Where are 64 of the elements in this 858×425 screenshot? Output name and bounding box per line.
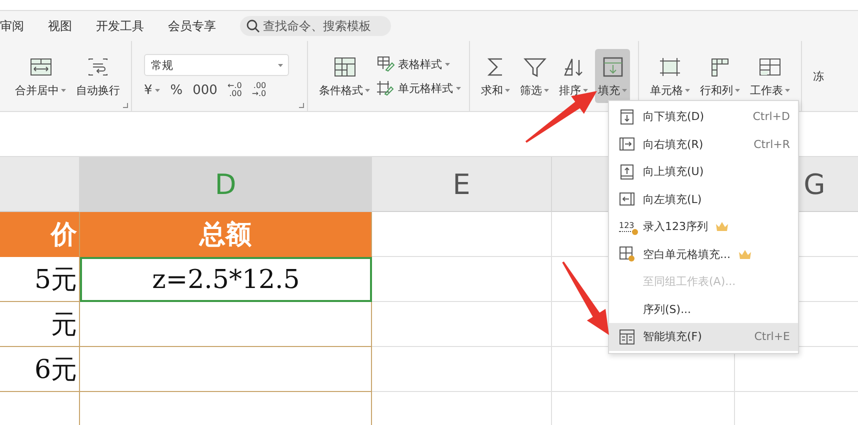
shortcut-label: Ctrl+R: [754, 138, 790, 151]
ribbon-button[interactable]: 条件格式: [316, 49, 373, 103]
search-field[interactable]: 查找命令、搜索模板: [240, 16, 391, 36]
cell-brush-icon: [377, 80, 395, 96]
shortcut-label: Ctrl+D: [752, 110, 790, 124]
menu-item-label: 序列(S)...: [643, 302, 692, 317]
ribbon-button[interactable]: 筛选: [517, 49, 552, 103]
menu-item[interactable]: 序列(S)...: [609, 296, 798, 323]
menu-item[interactable]: 向右填充(R) Ctrl+R: [609, 130, 798, 158]
ribbon-button[interactable]: 排序: [556, 49, 591, 103]
ribbon-small-button[interactable]: 表格样式: [377, 56, 461, 72]
menu-tab[interactable]: 会员专享: [168, 18, 228, 34]
menu-item-label: 空白单元格填充...: [643, 246, 730, 262]
table-cell: 元: [0, 302, 80, 347]
ribbon-button[interactable]: 行和列: [697, 49, 743, 103]
menu-item-label: 向左填充(L): [643, 192, 702, 207]
ribbon-button[interactable]: 单元格: [647, 49, 693, 103]
table-cell: z=2.5*12.5: [80, 257, 372, 302]
ribbon-button[interactable]: 工作表: [747, 49, 793, 103]
ribbon-button[interactable]: 冻: [810, 49, 827, 103]
conditional-icon: [332, 54, 358, 78]
menu-tab[interactable]: 视图: [48, 18, 84, 34]
fill-up-icon: [619, 164, 635, 180]
number-format-dropdown[interactable]: 常规: [144, 54, 289, 76]
launcher-icon[interactable]: [123, 103, 128, 108]
menu-item-label: 至同组工作表(A)...: [643, 274, 736, 290]
menu-item-label: 智能填充(F): [643, 329, 702, 344]
menu-item[interactable]: 向下填充(D) Ctrl+D: [609, 103, 798, 130]
number-format-button[interactable]: %: [170, 82, 183, 98]
fill-down-icon: [619, 108, 635, 125]
menu-item[interactable]: 向上填充(U): [609, 158, 798, 186]
ribbon-button[interactable]: 自动换行: [73, 49, 123, 103]
table-cell: 价: [0, 212, 80, 257]
menu-item[interactable]: 123 录入123序列: [609, 213, 798, 240]
table-brush-icon: [377, 56, 395, 72]
menu-item[interactable]: 空白单元格填充...: [609, 240, 798, 268]
ribbon-button[interactable]: 填充: [595, 49, 630, 103]
shortcut-label: Ctrl+E: [754, 330, 790, 344]
menu-tab[interactable]: 审阅: [0, 18, 36, 34]
menu-item-label: 向右填充(R): [643, 136, 704, 152]
table-cell: 5元: [0, 257, 80, 302]
smart-fill-icon: [619, 328, 635, 345]
search-icon: [246, 19, 260, 33]
fill-left-icon: [619, 191, 635, 208]
menu-tab[interactable]: 开发工具: [96, 18, 156, 34]
menu-item[interactable]: 向左填充(L): [609, 186, 798, 213]
decimal-button[interactable]: ←.0 .00: [227, 82, 242, 98]
launcher-icon[interactable]: [299, 103, 304, 108]
menu-item[interactable]: 智能填充(F) Ctrl+E: [609, 323, 798, 350]
decimal-button[interactable]: .00 →.0: [252, 82, 266, 98]
table-cell: 总额: [80, 212, 372, 257]
ribbon-button[interactable]: 合并居中: [12, 49, 69, 103]
number-format-button[interactable]: 000: [192, 82, 218, 98]
caret-icon: [278, 64, 283, 66]
column-header[interactable]: E: [372, 157, 552, 212]
number-format-button[interactable]: ¥: [144, 82, 160, 98]
table-cell: 6元: [0, 347, 80, 392]
menu-item-label: 录入123序列: [643, 219, 708, 234]
fill-right-icon: [619, 136, 635, 152]
menu-item-label: 向上填充(U): [643, 164, 704, 180]
ribbon-button[interactable]: 求和: [478, 49, 513, 103]
menu-item-label: 向下填充(D): [643, 109, 704, 124]
ribbon-small-button[interactable]: 单元格样式: [377, 80, 461, 96]
blank-cells-icon: [619, 246, 635, 262]
